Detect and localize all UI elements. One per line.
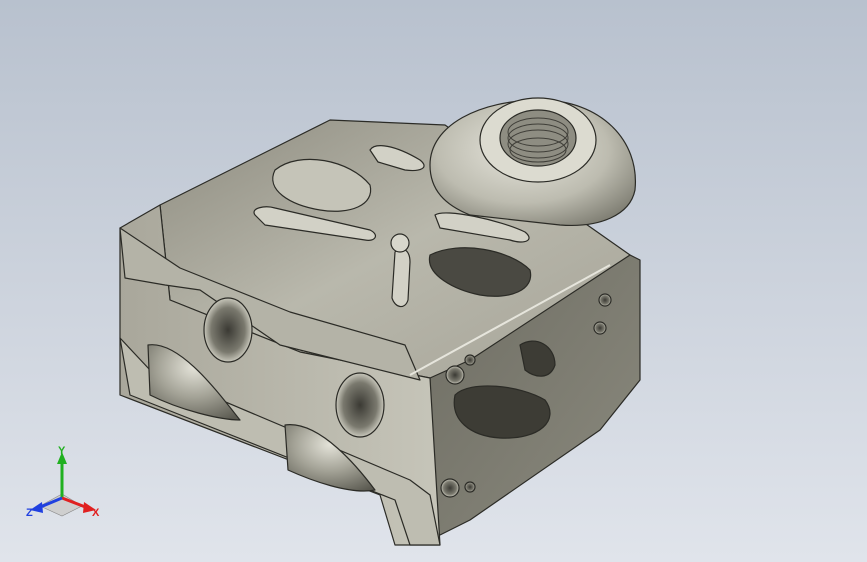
x-axis-label: X [92, 507, 100, 519]
side-hole-4 [464, 481, 476, 493]
side-hole-3 [440, 478, 460, 498]
top-slot-vertical [391, 248, 411, 308]
triad-graphic: Y X Z [26, 445, 100, 519]
y-axis-label: Y [58, 446, 66, 457]
z-axis-label: Z [26, 507, 33, 519]
side-hole-5 [598, 293, 612, 307]
front-hole-upper-left [203, 297, 253, 363]
side-hole-2 [464, 354, 476, 366]
front-hole-lower-right [335, 372, 385, 438]
model-view[interactable] [0, 0, 867, 562]
graphics-viewport[interactable]: Y X Z [0, 0, 867, 562]
top-center-hub [390, 233, 410, 253]
side-hole-6 [593, 321, 607, 335]
side-hole-1 [445, 365, 465, 385]
view-triad[interactable]: Y X Z [26, 445, 106, 526]
